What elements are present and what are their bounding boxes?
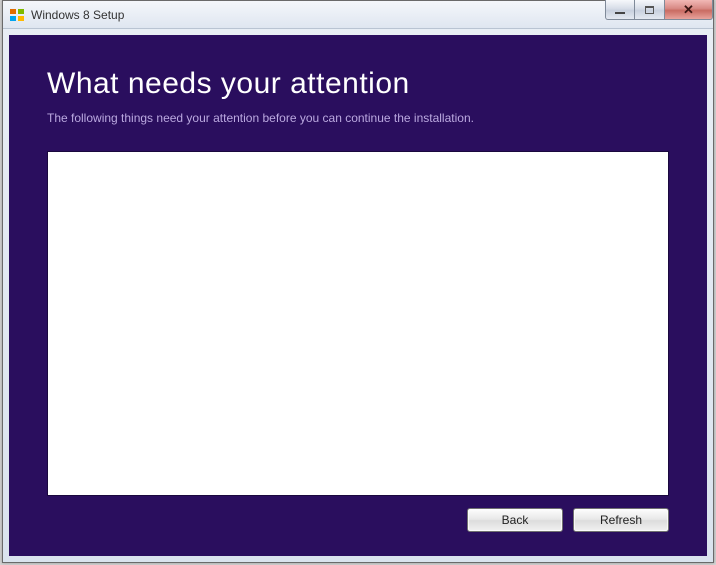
close-button[interactable]: ✕	[665, 0, 713, 20]
back-button[interactable]: Back	[467, 508, 563, 532]
maximize-button[interactable]	[635, 0, 665, 20]
close-icon: ✕	[683, 3, 694, 16]
window-title: Windows 8 Setup	[31, 8, 124, 22]
titlebar[interactable]: Windows 8 Setup ✕	[3, 1, 713, 29]
window-controls: ✕	[605, 0, 713, 20]
minimize-icon	[615, 12, 625, 14]
page-subheading: The following things need your attention…	[47, 111, 669, 125]
refresh-button[interactable]: Refresh	[573, 508, 669, 532]
page-heading: What needs your attention	[47, 67, 669, 101]
setup-window: Windows 8 Setup ✕ What needs your attent…	[2, 0, 714, 563]
attention-list	[47, 151, 669, 496]
setup-panel: What needs your attention The following …	[9, 35, 707, 556]
button-row: Back Refresh	[47, 508, 669, 536]
maximize-icon	[645, 6, 654, 14]
minimize-button[interactable]	[605, 0, 635, 20]
content-frame: What needs your attention The following …	[3, 29, 713, 562]
app-icon	[9, 7, 25, 23]
